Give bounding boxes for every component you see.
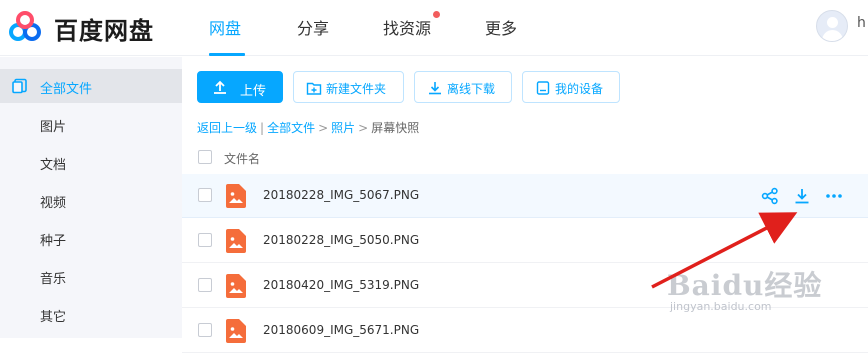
nav-tab-share[interactable]: 分享 xyxy=(297,15,329,39)
file-row-checkbox[interactable] xyxy=(198,188,212,202)
sidebar-item-label: 全部文件 xyxy=(40,82,93,97)
username[interactable]: h xyxy=(857,15,866,31)
notification-dot xyxy=(433,11,440,18)
breadcrumb-current: 屏幕快照 xyxy=(371,121,420,135)
file-name[interactable]: 20180228_IMG_5050.PNG xyxy=(263,233,419,247)
sidebar-item-images[interactable]: 图片 xyxy=(0,107,182,141)
nav-tab-netdisk[interactable]: 网盘 xyxy=(209,15,241,39)
select-all-checkbox[interactable] xyxy=(198,150,212,164)
sidebar-item-label: 文档 xyxy=(40,158,67,173)
sidebar-item-label: 其它 xyxy=(40,310,67,325)
image-file-icon xyxy=(226,274,246,298)
image-file-icon xyxy=(226,184,246,208)
breadcrumb-separator: > xyxy=(318,121,329,135)
sidebar-item-label: 图片 xyxy=(40,120,67,135)
image-file-icon xyxy=(226,229,246,253)
breadcrumb: 返回上一级 | 全部文件 > 照片 > 屏幕快照 xyxy=(197,119,419,136)
sidebar-item-torrents[interactable]: 种子 xyxy=(0,221,182,255)
baidu-netdisk-logo-icon[interactable] xyxy=(8,10,42,44)
sidebar-item-other[interactable]: 其它 xyxy=(0,297,182,331)
breadcrumb-divider: | xyxy=(260,121,265,135)
breadcrumb-separator: > xyxy=(358,121,369,135)
breadcrumb-item-all-files[interactable]: 全部文件 xyxy=(267,121,315,135)
image-file-icon xyxy=(226,319,246,343)
watermark-url: jingyan.baidu.com xyxy=(670,300,772,313)
file-row[interactable]: 20180228_IMG_5050.PNG xyxy=(182,219,868,263)
file-row[interactable]: 20180228_IMG_5067.PNG xyxy=(182,174,868,218)
download-icon xyxy=(429,82,441,95)
more-icon[interactable] xyxy=(825,187,843,205)
avatar-head-shape xyxy=(827,17,838,28)
my-devices-button[interactable]: 我的设备 xyxy=(522,71,620,103)
user-avatar[interactable] xyxy=(816,10,848,42)
file-name[interactable]: 20180420_IMG_5319.PNG xyxy=(263,278,419,292)
file-name[interactable]: 20180609_IMG_5671.PNG xyxy=(263,323,419,337)
new-folder-button[interactable]: 新建文件夹 xyxy=(293,71,404,103)
download-icon[interactable] xyxy=(793,187,811,205)
file-row[interactable]: 20180609_IMG_5671.PNG xyxy=(182,309,868,353)
upload-icon xyxy=(214,80,226,94)
sidebar: 全部文件 图片 文档 视频 种子 音乐 其它 xyxy=(0,57,182,338)
sidebar-item-all-files[interactable]: 全部文件 xyxy=(0,69,182,103)
file-row-checkbox[interactable] xyxy=(198,278,212,292)
offline-download-button[interactable]: 离线下载 xyxy=(414,71,512,103)
brand-title: 百度网盘 xyxy=(54,17,154,45)
my-devices-button-label: 我的设备 xyxy=(555,82,604,96)
folder-icon xyxy=(12,78,27,94)
nav-tab-find-resources[interactable]: 找资源 xyxy=(383,15,431,39)
breadcrumb-back-link[interactable]: 返回上一级 xyxy=(197,121,257,135)
sidebar-item-label: 视频 xyxy=(40,196,67,211)
sidebar-item-documents[interactable]: 文档 xyxy=(0,145,182,179)
watermark-logo: Baidu经验 xyxy=(667,269,823,302)
sidebar-item-videos[interactable]: 视频 xyxy=(0,183,182,217)
file-row-checkbox[interactable] xyxy=(198,233,212,247)
file-row-checkbox[interactable] xyxy=(198,323,212,337)
new-folder-button-label: 新建文件夹 xyxy=(326,82,387,96)
device-icon xyxy=(536,81,550,95)
sidebar-item-label: 音乐 xyxy=(40,272,67,287)
share-icon[interactable] xyxy=(761,187,779,205)
breadcrumb-item-photos[interactable]: 照片 xyxy=(331,121,355,135)
column-header-filename[interactable]: 文件名 xyxy=(224,150,260,167)
top-bar: 百度网盘 网盘 分享 找资源 更多 h xyxy=(0,0,868,56)
nav-tab-more[interactable]: 更多 xyxy=(485,15,517,39)
upload-button-label: 上传 xyxy=(240,84,267,99)
file-name[interactable]: 20180228_IMG_5067.PNG xyxy=(263,188,419,202)
offline-download-button-label: 离线下载 xyxy=(447,82,496,96)
sidebar-item-label: 种子 xyxy=(40,234,67,249)
avatar-body-shape xyxy=(822,30,843,41)
sidebar-item-music[interactable]: 音乐 xyxy=(0,259,182,293)
nav-active-indicator xyxy=(209,53,245,56)
upload-button[interactable]: 上传 xyxy=(197,71,283,103)
new-folder-icon xyxy=(306,82,322,95)
